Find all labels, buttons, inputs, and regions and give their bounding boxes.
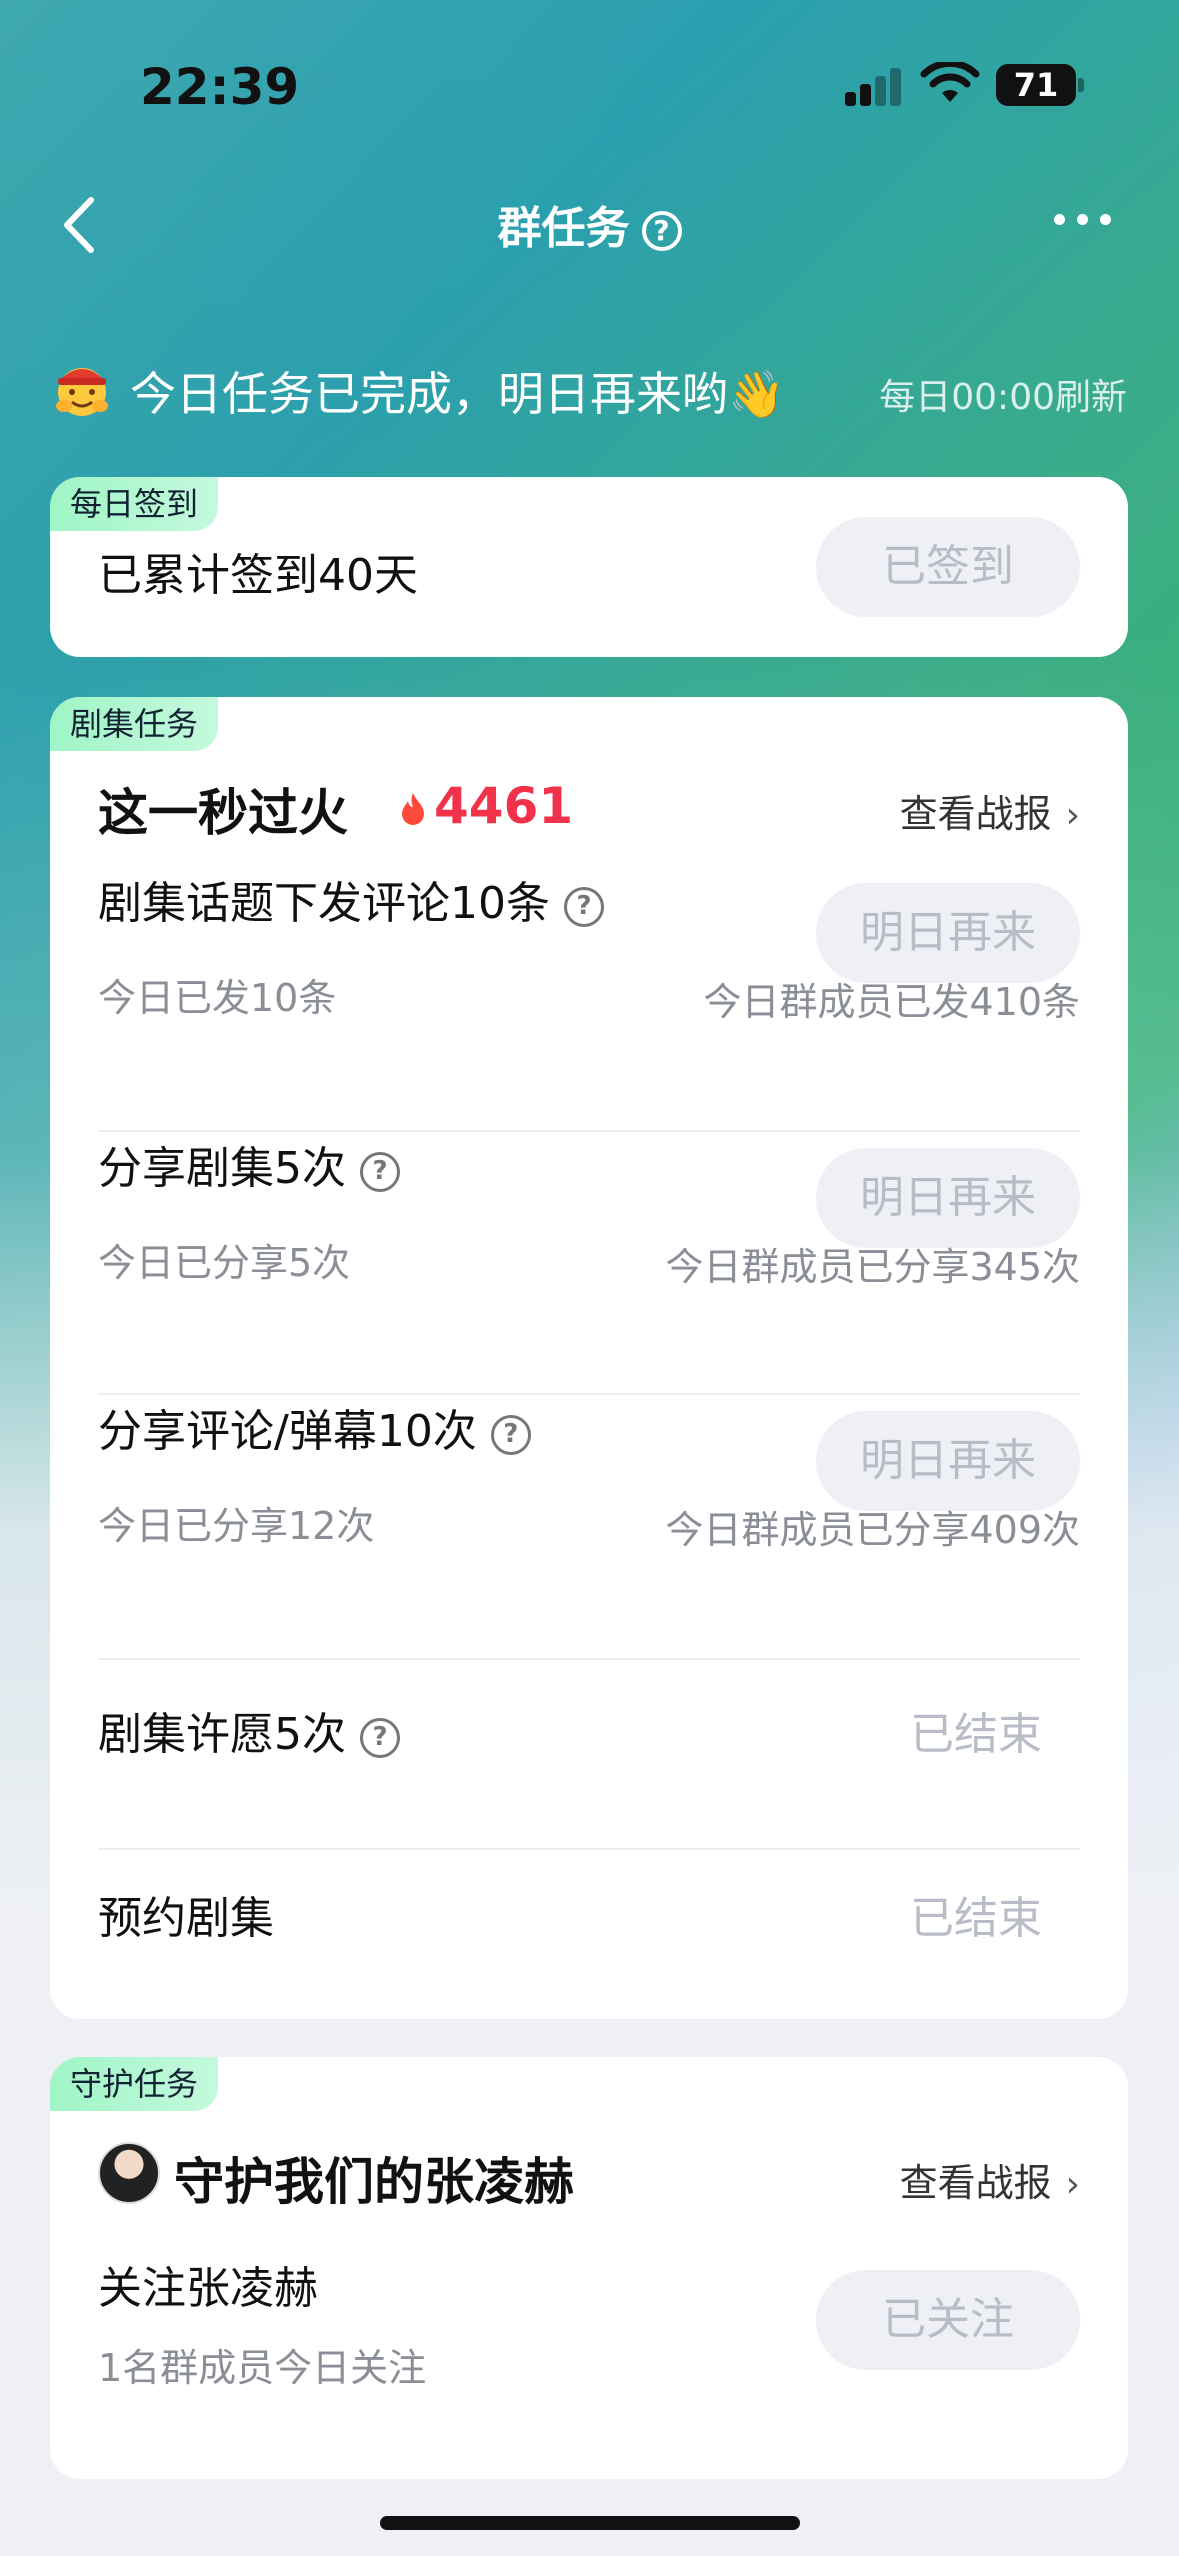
task-title-text: 分享剧集5次 [98,1143,346,1194]
view-report-label: 查看战报 [899,792,1052,836]
guard-target-name[interactable]: 守护我们的张凌赫 [174,2142,574,2214]
task-group-progress: 今日群成员已分享345次 [665,1245,1080,1289]
task-row: 分享剧集5次? 明日再来 今日已分享5次 今日群成员已分享345次 [98,1132,1080,1395]
task-group-progress: 今日群成员已分享409次 [665,1508,1080,1552]
page-title: 群任务? [0,192,1179,256]
help-icon[interactable]: ? [641,211,682,251]
followed-button[interactable]: 已关注 [816,2270,1080,2370]
task-title: 剧集话题下发评论10条? [98,867,604,931]
guard-task-card: 守护任务 守护我们的张凌赫 查看战报 › 关注张凌赫 1名群成员今日关注 已关注 [50,2057,1128,2479]
task-row: 剧集话题下发评论10条? 明日再来 今日已发10条 今日群成员已发410条 [98,867,1080,1132]
banner-text: 今日任务已完成，明日再来哟👋 [130,367,786,421]
avatar[interactable] [98,2142,160,2204]
task-title-text: 剧集话题下发评论10条 [98,878,550,929]
task-title: 预约剧集 [98,1893,274,1944]
task-ended-label: 已结束 [910,1893,1042,1944]
chevron-right-icon: › [1065,795,1080,836]
come-back-tomorrow-button[interactable]: 明日再来 [816,883,1080,983]
help-icon[interactable]: ? [360,1152,400,1192]
status-bar: 22:39 71 [0,0,1179,170]
drama-task-tag: 剧集任务 [50,697,219,751]
task-personal-progress: 今日已分享12次 [98,1504,375,1548]
hugging-face-emoji-icon [56,368,108,416]
task-row: 预约剧集 已结束 [98,1850,1080,2000]
battery-icon: 71 [996,64,1076,106]
status-time: 22:39 [140,58,300,116]
task-group-progress: 今日群成员已发410条 [703,980,1080,1024]
task-title: 分享剧集5次? [98,1132,400,1196]
task-title: 分享评论/弹幕10次? [98,1395,531,1459]
help-icon[interactable]: ? [490,1415,531,1455]
come-back-tomorrow-button[interactable]: 明日再来 [816,1411,1080,1511]
drama-task-card: 剧集任务 这一秒过火 4461 查看战报 › 剧集话题下发评论10条? 明日再来 … [50,697,1128,2019]
follow-task-progress: 1名群成员今日关注 [98,2346,427,2390]
show-header: 这一秒过火 4461 查看战报 › [98,773,1080,843]
guard-task-tag: 守护任务 [50,2057,219,2111]
checkin-card: 每日签到 已累计签到40天 已签到 [50,477,1128,657]
nav-bar: 群任务? [0,180,1179,270]
checked-in-button[interactable]: 已签到 [816,517,1080,617]
help-icon[interactable]: ? [360,1718,400,1758]
battery-tip [1078,78,1084,92]
task-title: 剧集许愿5次? [98,1698,400,1762]
wifi-icon [920,62,980,102]
view-report-link[interactable]: 查看战报 › [900,2152,1080,2207]
heat-value: 4461 [434,777,574,835]
flame-icon [402,793,424,825]
task-personal-progress: 今日已发10条 [98,976,337,1020]
chevron-right-icon: › [1065,2164,1080,2205]
cellular-signal-icon [845,66,905,106]
guard-header: 守护我们的张凌赫 查看战报 › [98,2142,1080,2222]
task-title-text: 剧集许愿5次 [98,1709,346,1760]
task-row: 剧集许愿5次? 已结束 [98,1660,1080,1850]
task-title-text: 分享评论/弹幕10次 [98,1406,477,1457]
refresh-time-label: 每日00:00刷新 [879,377,1127,418]
show-name[interactable]: 这一秒过火 [98,773,348,845]
task-row: 分享评论/弹幕10次? 明日再来 今日已分享12次 今日群成员已分享409次 [98,1395,1080,1660]
task-ended-label: 已结束 [910,1709,1042,1760]
view-report-label: 查看战报 [899,2161,1052,2205]
view-report-link[interactable]: 查看战报 › [900,783,1080,838]
task-personal-progress: 今日已分享5次 [98,1241,351,1285]
checkin-title: 已累计签到40天 [98,550,418,601]
home-indicator[interactable] [380,2516,800,2530]
heat-score: 4461 [398,777,573,835]
checkin-tag: 每日签到 [50,477,219,531]
page-title-text: 群任务 [497,203,630,254]
come-back-tomorrow-button[interactable]: 明日再来 [816,1148,1080,1248]
completion-banner: 今日任务已完成，明日再来哟👋 每日00:00刷新 [0,350,1179,430]
help-icon[interactable]: ? [564,887,604,927]
more-icon[interactable] [1054,210,1124,230]
follow-task-title: 关注张凌赫 [98,2263,318,2314]
